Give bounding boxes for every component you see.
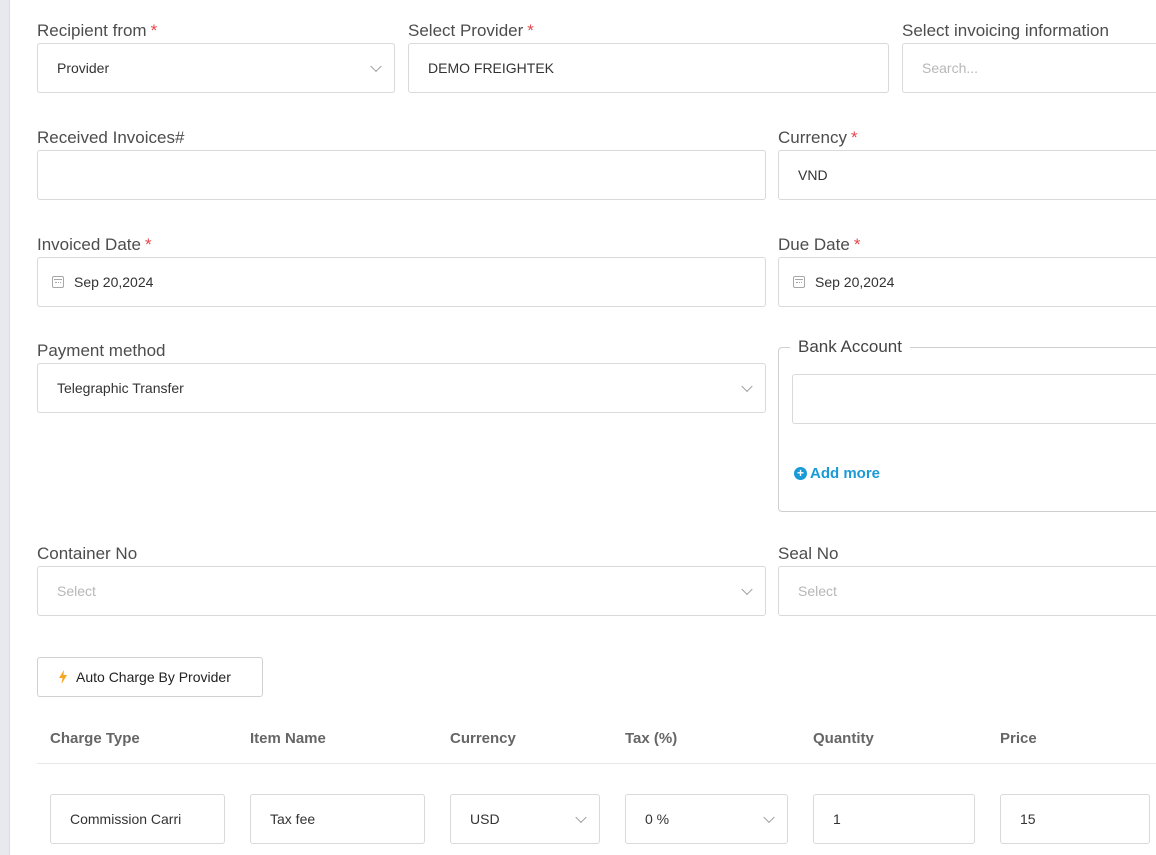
invoiced-date-picker[interactable]: Sep 20,2024: [37, 257, 766, 307]
chevron-down-icon: [741, 583, 753, 596]
column-header-currency: Currency: [450, 730, 516, 747]
received-invoices-label: Received Invoices#: [37, 128, 185, 147]
select-provider-label: Select Provider *: [408, 21, 534, 40]
column-header-tax: Tax (%): [625, 730, 678, 747]
select-invoicing-label: Select invoicing information: [902, 21, 1109, 40]
invoicing-search-placeholder: Search...: [922, 60, 979, 76]
column-header-price: Price: [1000, 730, 1037, 747]
item-name-input[interactable]: Tax fee: [250, 794, 425, 844]
container-no-label: Container No: [37, 544, 138, 563]
seal-no-placeholder: Select: [798, 583, 837, 599]
item-name-value: Tax fee: [270, 811, 316, 827]
table-header-divider: [37, 763, 1156, 764]
tax-value: 0 %: [645, 811, 670, 827]
price-value: 15: [1020, 811, 1036, 827]
invoicing-search-input[interactable]: Search...: [902, 43, 1156, 93]
charge-type-input[interactable]: Commission Carri: [50, 794, 225, 844]
row-currency-value: USD: [470, 811, 500, 827]
received-invoices-input[interactable]: [37, 150, 766, 200]
invoiced-date-label: Invoiced Date *: [37, 235, 152, 254]
column-header-charge-type: Charge Type: [50, 730, 140, 747]
container-no-select[interactable]: Select: [37, 566, 766, 616]
column-header-quantity: Quantity: [813, 730, 874, 747]
calendar-icon: [52, 276, 64, 288]
due-date-value: Sep 20,2024: [815, 274, 895, 290]
currency-value: VND: [798, 167, 828, 183]
quantity-input[interactable]: 1: [813, 794, 975, 844]
recipient-from-label: Recipient from *: [37, 21, 158, 40]
column-header-item-name: Item Name: [250, 730, 326, 747]
due-date-picker[interactable]: Sep 20,2024: [778, 257, 1156, 307]
container-no-placeholder: Select: [57, 583, 96, 599]
tax-select[interactable]: 0 %: [625, 794, 788, 844]
recipient-from-select[interactable]: Provider: [37, 43, 395, 93]
auto-charge-label: Auto Charge By Provider: [76, 669, 231, 685]
plus-circle-icon: +: [794, 467, 807, 480]
calendar-icon: [793, 276, 805, 288]
payment-method-label: Payment method: [37, 341, 166, 360]
currency-label: Currency *: [778, 128, 858, 147]
quantity-value: 1: [833, 811, 841, 827]
payment-method-select[interactable]: Telegraphic Transfer: [37, 363, 766, 413]
bank-account-legend: Bank Account: [790, 337, 910, 357]
seal-no-select[interactable]: Select: [778, 566, 1156, 616]
select-provider-input[interactable]: DEMO FREIGHTEK: [408, 43, 889, 93]
left-rail: [0, 0, 10, 855]
row-currency-select[interactable]: USD: [450, 794, 600, 844]
chevron-down-icon: [575, 811, 587, 824]
bank-account-group: [778, 347, 1156, 512]
invoiced-date-value: Sep 20,2024: [74, 274, 154, 290]
bank-account-input[interactable]: [792, 374, 1156, 424]
recipient-from-value: Provider: [57, 60, 110, 76]
auto-charge-by-provider-button[interactable]: Auto Charge By Provider: [37, 657, 263, 697]
payment-method-value: Telegraphic Transfer: [57, 380, 184, 396]
currency-input[interactable]: VND: [778, 150, 1156, 200]
select-provider-value: DEMO FREIGHTEK: [428, 60, 555, 76]
charge-type-value: Commission Carri: [70, 811, 182, 827]
chevron-down-icon: [763, 811, 775, 824]
due-date-label: Due Date *: [778, 235, 861, 254]
price-input[interactable]: 15: [1000, 794, 1150, 844]
add-more-bank-account-link[interactable]: + Add more: [794, 465, 880, 482]
chevron-down-icon: [741, 380, 753, 393]
add-more-label: Add more: [810, 465, 881, 482]
chevron-down-icon: [370, 60, 382, 73]
lightning-bolt-icon: [59, 670, 67, 684]
seal-no-label: Seal No: [778, 544, 839, 563]
